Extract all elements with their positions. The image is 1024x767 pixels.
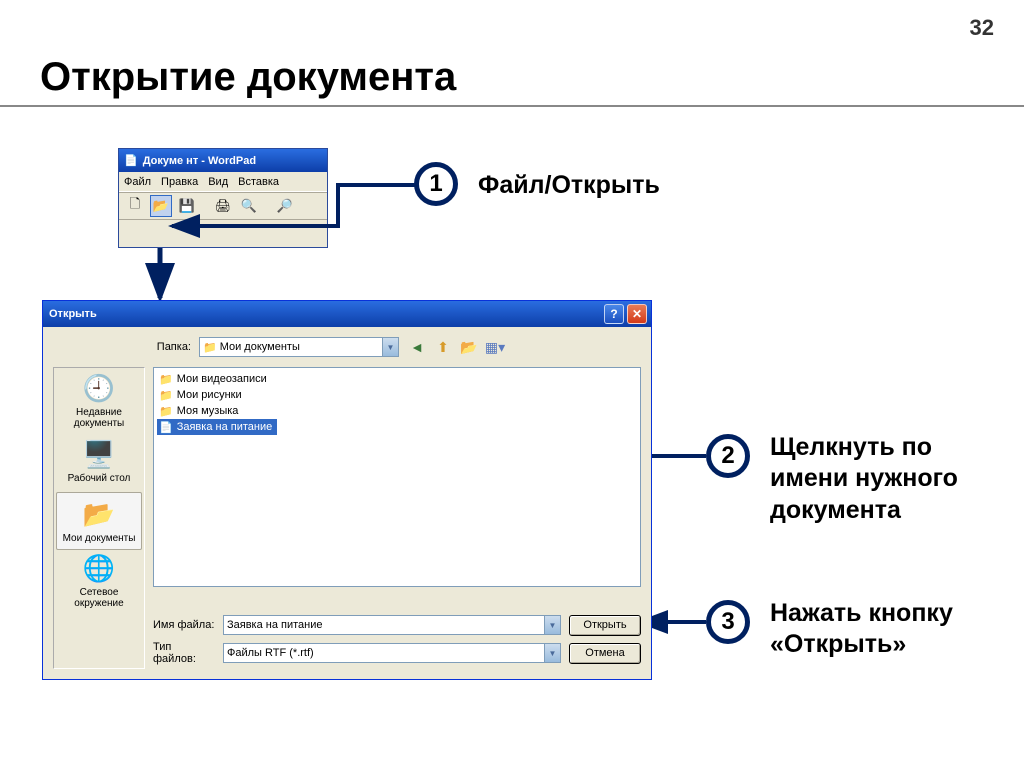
list-item-label: Моя музыка: [177, 405, 239, 417]
menu-view[interactable]: Вид: [208, 176, 228, 188]
list-item[interactable]: 📁 Мои видеозаписи: [157, 371, 637, 387]
callout-text-3: Нажать кнопку «Открыть»: [770, 598, 1000, 661]
page-title: Открытие документа: [40, 55, 456, 100]
menu-file[interactable]: Файл: [124, 176, 151, 188]
save-icon[interactable]: 💾: [176, 195, 198, 217]
page-number: 32: [970, 15, 994, 41]
desktop-icon: 🖥️: [83, 439, 115, 470]
list-item-selected[interactable]: 📄 Заявка на питание: [157, 419, 277, 435]
open-button[interactable]: Открыть: [569, 615, 641, 636]
cancel-button[interactable]: Отмена: [569, 643, 641, 664]
find-icon[interactable]: 🔎: [274, 195, 296, 217]
back-icon[interactable]: ◄: [407, 337, 427, 357]
preview-icon[interactable]: 🔍: [238, 195, 260, 217]
filetype-row: Тип файлов: Файлы RTF (*.rtf) ▼ Отмена: [153, 641, 641, 665]
place-mydocs-label: Мои документы: [63, 533, 136, 544]
recent-icon: 🕘: [83, 373, 115, 404]
doc-icon: 📄: [159, 421, 173, 434]
file-list[interactable]: 📁 Мои видеозаписи 📁 Мои рисунки 📁 Моя му…: [153, 367, 641, 587]
up-icon[interactable]: ⬆: [433, 337, 453, 357]
folder-icon: 📁: [159, 389, 173, 402]
wordpad-app-icon: 📄: [124, 154, 138, 167]
print-icon[interactable]: 🖨: [212, 195, 234, 217]
place-network-label: Сетевое окружение: [56, 587, 142, 609]
callout-text-1: Файл/Открыть: [478, 170, 660, 201]
list-item[interactable]: 📁 Мои рисунки: [157, 387, 637, 403]
callout-badge-1: 1: [414, 162, 458, 206]
views-icon[interactable]: ▦▾: [485, 337, 505, 357]
place-desktop[interactable]: 🖥️ Рабочий стол: [56, 432, 142, 490]
callout-badge-2: 2: [706, 434, 750, 478]
open-icon[interactable]: 📂: [150, 195, 172, 217]
callout-text-2: Щелкнуть по имени нужного документа: [770, 432, 1000, 526]
place-mydocs[interactable]: 📂 Мои документы: [56, 492, 142, 550]
open-dialog-titlebar: Открыть ? ✕: [43, 301, 651, 327]
list-item[interactable]: 📁 Моя музыка: [157, 403, 637, 419]
title-underline: [0, 105, 1024, 107]
filename-input[interactable]: Заявка на питание ▼: [223, 615, 561, 635]
new-folder-icon[interactable]: 📂: [459, 337, 479, 357]
open-dialog-title: Открыть: [49, 308, 97, 320]
list-item-label: Мои видеозаписи: [177, 373, 267, 385]
open-dialog: Открыть ? ✕ Папка: 📁 Мои документы ▼ ◄ ⬆…: [42, 300, 652, 680]
wordpad-toolbar: 🗋 📂 💾 🖨 🔍 🔎: [119, 192, 327, 220]
menu-insert[interactable]: Вставка: [238, 176, 279, 188]
new-doc-icon[interactable]: 🗋: [124, 195, 146, 217]
lookin-row: Папка: 📁 Мои документы ▼ ◄ ⬆ 📂 ▦▾: [53, 337, 641, 357]
filename-row: Имя файла: Заявка на питание ▼ Открыть: [153, 613, 641, 637]
place-desktop-label: Рабочий стол: [68, 473, 131, 484]
help-button[interactable]: ?: [604, 304, 624, 324]
mydocs-icon: 📂: [83, 499, 115, 530]
folder-icon: 📁: [159, 405, 173, 418]
filename-label: Имя файла:: [153, 619, 215, 631]
dialog-body: Папка: 📁 Мои документы ▼ ◄ ⬆ 📂 ▦▾ 🕘 Неда…: [43, 327, 651, 679]
folder-combo[interactable]: 📁 Мои документы ▼: [199, 337, 399, 357]
folder-label: Папка:: [153, 341, 191, 353]
place-recent[interactable]: 🕘 Недавние документы: [56, 372, 142, 430]
place-recent-label: Недавние документы: [56, 407, 142, 429]
wordpad-titlebar: 📄 Докуме нт - WordPad: [119, 149, 327, 172]
wordpad-title: Докуме нт - WordPad: [143, 155, 256, 167]
list-item-label: Мои рисунки: [177, 389, 242, 401]
network-icon: 🌐: [83, 553, 115, 584]
list-item-label: Заявка на питание: [177, 421, 273, 433]
filetype-combo[interactable]: Файлы RTF (*.rtf) ▼: [223, 643, 561, 663]
wordpad-menubar: Файл Правка Вид Вставка: [119, 172, 327, 192]
menu-edit[interactable]: Правка: [161, 176, 198, 188]
places-bar: 🕘 Недавние документы 🖥️ Рабочий стол 📂 М…: [53, 367, 145, 669]
chevron-down-icon[interactable]: ▼: [544, 644, 560, 662]
filename-value: Заявка на питание: [227, 619, 323, 631]
callout-badge-3: 3: [706, 600, 750, 644]
folder-icon: 📁: [159, 373, 173, 386]
chevron-down-icon[interactable]: ▼: [382, 338, 398, 356]
filetype-value: Файлы RTF (*.rtf): [227, 647, 314, 659]
close-button[interactable]: ✕: [627, 304, 647, 324]
folder-icon: 📁: [203, 341, 217, 354]
chevron-down-icon[interactable]: ▼: [544, 616, 560, 634]
filetype-label: Тип файлов:: [153, 641, 215, 665]
folder-value: Мои документы: [220, 341, 300, 353]
wordpad-window: 📄 Докуме нт - WordPad Файл Правка Вид Вс…: [118, 148, 328, 248]
place-network[interactable]: 🌐 Сетевое окружение: [56, 552, 142, 610]
